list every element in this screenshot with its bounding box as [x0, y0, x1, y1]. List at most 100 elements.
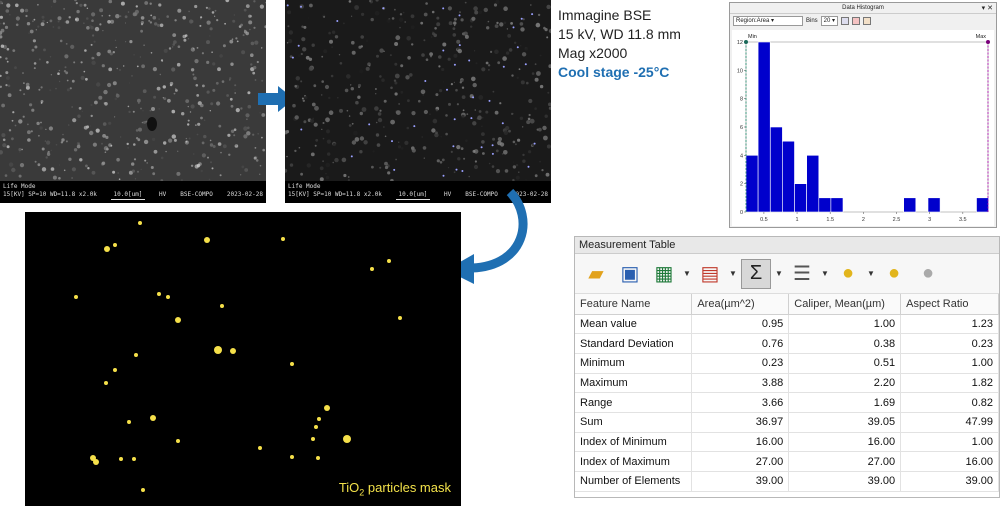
chevron-down-icon[interactable]: ▼: [867, 269, 875, 278]
table-row[interactable]: Index of Minimum 16.00 16.00 1.00: [575, 432, 999, 453]
cell-value: 1.69: [788, 392, 902, 413]
y-tick-label: 10: [737, 68, 743, 74]
cell-value: 0.95: [691, 314, 790, 335]
bins-label: Bins: [806, 18, 818, 24]
histogram-bar: [830, 197, 844, 213]
table-toolbar: ▰ ▣ ▦ ▼ ▤ ▼ Σ ▼ ☰ ▼ ● ▼ ● ●: [575, 254, 999, 294]
row-label: Index of Maximum: [575, 451, 693, 472]
table-row[interactable]: Number of Elements 39.00 39.00 39.00: [575, 471, 999, 492]
row-label: Sum: [575, 412, 693, 433]
sem-detector: BSE-COMPO: [180, 191, 213, 198]
table-row[interactable]: Sum 36.97 39.05 47.99: [575, 412, 999, 433]
sem-hv: HV: [159, 191, 167, 198]
table-row[interactable]: Index of Maximum 27.00 27.00 16.00: [575, 451, 999, 472]
x-tick-label: 1: [796, 217, 799, 223]
histogram-toolbar: Region:Area ▾ Bins 20 ▾: [730, 14, 996, 28]
info-line-1: Immagine BSE: [558, 7, 652, 23]
chart-settings-icon[interactable]: [841, 17, 850, 25]
measurement-table-window: Measurement Table ▰ ▣ ▦ ▼ ▤ ▼ Σ ▼ ☰ ▼ ● …: [574, 236, 1000, 498]
column-header[interactable]: Feature Name: [575, 294, 693, 315]
column-header[interactable]: Aspect Ratio: [900, 294, 999, 315]
chevron-down-icon[interactable]: ▼: [729, 269, 737, 278]
cell-value: 2.20: [788, 373, 902, 394]
x-tick-label: 0.5: [760, 217, 768, 223]
cell-value: 27.00: [691, 451, 790, 472]
info-line-2: 15 kV, WD 11.8 mm: [558, 26, 681, 42]
sem-params: 15[KV] SP=10 WD=11.8 x2.0k: [3, 191, 97, 198]
x-tick-label: 2: [862, 217, 865, 223]
region-select[interactable]: Region:Area ▾: [733, 16, 803, 26]
highlight-off-icon[interactable]: ●: [913, 259, 943, 289]
save-icon[interactable]: ▣: [615, 259, 645, 289]
histogram-bar: [769, 126, 783, 213]
measurement-table: Feature Name Area(µm^2) Caliper, Mean(µm…: [575, 294, 999, 492]
table-row[interactable]: Maximum 3.88 2.20 1.82: [575, 373, 999, 394]
sem-scalebar: 10.0[um]: [110, 191, 145, 200]
histogram-bar: [976, 197, 989, 213]
info-line-3: Mag x2000: [558, 45, 628, 61]
sem-image-processed: Life Mode 15[KV] SP=10 WD=11.8 x2.0k 10.…: [285, 0, 551, 203]
column-header[interactable]: Area(µm^2): [691, 294, 790, 315]
window-controls[interactable]: ▾ ✕: [982, 3, 993, 14]
sem-image-raw: Life Mode 15[KV] SP=10 WD=11.8 x2.0k 10.…: [0, 0, 266, 203]
y-tick-label: 2: [740, 182, 743, 188]
cell-value: 47.99: [900, 412, 999, 433]
cell-value: 1.00: [900, 432, 999, 453]
row-label: Number of Elements: [575, 471, 693, 492]
feature-list-icon[interactable]: ☰: [787, 259, 817, 289]
cell-value: 39.00: [691, 471, 790, 492]
histogram-bar: [794, 183, 807, 213]
cell-value: 1.00: [900, 353, 999, 374]
row-label: Mean value: [575, 314, 693, 335]
cell-value: 0.23: [691, 353, 790, 374]
y-tick-label: 6: [740, 125, 743, 131]
min-handle[interactable]: [744, 40, 748, 44]
sem-footer: Life Mode 15[KV] SP=10 WD=11.8 x2.0k 10.…: [0, 181, 266, 203]
cell-value: 16.00: [788, 432, 902, 453]
particles-mask-image: TiO2 particles mask: [25, 212, 461, 506]
cell-value: 0.82: [900, 392, 999, 413]
statistics-icon[interactable]: Σ: [741, 258, 771, 289]
export-icon[interactable]: [863, 17, 872, 25]
window-title: Data Histogram ▾ ✕: [730, 3, 996, 14]
acquisition-info: Immagine BSE 15 kV, WD 11.8 mm Mag x2000…: [558, 6, 681, 82]
cell-value: 0.23: [900, 333, 999, 354]
sem-params: 15[KV] SP=10 WD=11.8 x2.0k: [288, 191, 382, 198]
histogram-plot: 0 2 4 6 8 10 12 0.5 1 1.5 2 2.5 3 3.5 Min Max: [732, 30, 994, 226]
open-folder-icon[interactable]: ▰: [581, 259, 611, 289]
x-tick-label: 2.5: [893, 217, 901, 223]
table-row[interactable]: Minimum 0.23 0.51 1.00: [575, 353, 999, 374]
x-tick-label: 3.5: [959, 217, 967, 223]
cell-value: 0.51: [788, 353, 902, 374]
cell-value: 16.00: [691, 432, 790, 453]
sem-texture: [0, 0, 266, 181]
row-label: Maximum: [575, 373, 693, 394]
x-tick-label: 3: [928, 217, 931, 223]
highlight-icon[interactable]: ●: [833, 259, 863, 289]
row-label: Index of Minimum: [575, 432, 693, 453]
max-label: Max: [976, 34, 987, 40]
color-icon[interactable]: [852, 17, 861, 25]
cell-value: 16.00: [900, 451, 999, 472]
chevron-down-icon[interactable]: ▼: [775, 269, 783, 278]
data-histogram-window: Data Histogram ▾ ✕ Region:Area ▾ Bins 20…: [729, 2, 997, 228]
table-row[interactable]: Range 3.66 1.69 0.82: [575, 392, 999, 413]
report-icon[interactable]: ▤: [695, 259, 725, 289]
chevron-down-icon[interactable]: ▼: [821, 269, 829, 278]
cell-value: 3.66: [691, 392, 790, 413]
column-header[interactable]: Caliper, Mean(µm): [788, 294, 902, 315]
info-line-4: Cool stage -25°C: [558, 64, 670, 80]
min-label: Min: [748, 34, 757, 40]
table-header-row: Feature Name Area(µm^2) Caliper, Mean(µm…: [575, 294, 999, 315]
table-row[interactable]: Mean value 0.95 1.00 1.23: [575, 314, 999, 335]
highlight-all-icon[interactable]: ●: [879, 259, 909, 289]
max-handle[interactable]: [986, 40, 990, 44]
cell-value: 3.88: [691, 373, 790, 394]
row-label: Standard Deviation: [575, 333, 693, 354]
bins-input[interactable]: 20 ▾: [820, 16, 839, 26]
excel-export-icon[interactable]: ▦: [649, 259, 679, 289]
chevron-down-icon[interactable]: ▼: [683, 269, 691, 278]
sem-texture: [285, 0, 551, 181]
table-row[interactable]: Standard Deviation 0.76 0.38 0.23: [575, 333, 999, 354]
histogram-bar: [745, 155, 759, 213]
